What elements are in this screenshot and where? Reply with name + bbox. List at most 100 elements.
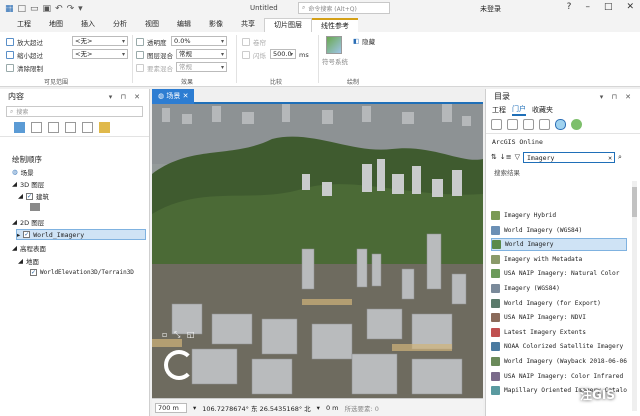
tab-share[interactable]: 共享 — [232, 18, 264, 32]
maximize-icon[interactable]: □ — [604, 2, 613, 12]
zoom-out-beyond-button[interactable]: 缩小超过 — [6, 50, 43, 60]
save-icon[interactable]: ▣ — [43, 4, 52, 14]
tab-favorites[interactable]: 收藏夹 — [532, 105, 553, 115]
scene-view[interactable]: ▫ ⤡ ◱ — [152, 104, 483, 398]
terrain-checkbox[interactable]: ✓ — [30, 269, 37, 276]
coord-dropdown-icon[interactable]: ▾ — [317, 404, 320, 412]
catalog-item[interactable]: Imagery with Metadata — [491, 253, 627, 266]
expand-icon[interactable]: ▸ — [17, 231, 20, 239]
arcgis-online-cloud-icon[interactable] — [555, 119, 566, 130]
living-atlas-icon[interactable] — [539, 119, 550, 130]
tab-edit[interactable]: 编辑 — [168, 18, 200, 32]
undo-icon[interactable]: ↶ — [55, 4, 63, 14]
tab-view[interactable]: 视图 — [136, 18, 168, 32]
hide-button[interactable]: ◧ 隐藏 — [353, 36, 375, 46]
tree-terrain[interactable]: ✓ WorldElevation3D/Terrain3D — [30, 269, 134, 276]
navigator-icon[interactable] — [164, 350, 194, 380]
min-scale-combo[interactable]: <无> — [72, 36, 128, 46]
catalog-item[interactable]: Latest Imagery Extents — [491, 326, 627, 339]
selection-icon[interactable] — [48, 122, 59, 133]
my-content-icon[interactable] — [491, 119, 502, 130]
scale-input[interactable]: 700 m — [155, 402, 187, 413]
tab-analysis[interactable]: 分析 — [104, 18, 136, 32]
catalog-scrollbar[interactable] — [632, 181, 637, 411]
expand-icon[interactable]: ◢ — [12, 244, 17, 252]
catalog-item[interactable]: World Imagery — [491, 238, 627, 252]
editing-icon[interactable] — [65, 122, 76, 133]
tree-elevation-surfaces[interactable]: ◢ 高程表面 — [12, 243, 46, 253]
nav-mini-controls[interactable]: ▫ ⤡ ◱ — [162, 330, 196, 340]
tab-portal[interactable]: 门户 — [512, 104, 526, 116]
flicker-rate-input[interactable]: 500.0 — [270, 49, 296, 59]
tree-world-imagery[interactable]: ▸ ✓ World_Imagery — [16, 229, 146, 240]
expand-icon[interactable]: ◢ — [12, 218, 17, 226]
tree-scene[interactable]: ◍ 场景 — [12, 167, 34, 177]
swipe-button[interactable]: 卷帘 — [242, 37, 266, 47]
tree-3d-layers-label: 3D 图层 — [20, 181, 45, 189]
feature-blend-select[interactable]: 常规 — [176, 62, 227, 72]
tree-buildings[interactable]: ◢ ✓ 建筑 — [18, 191, 49, 201]
clear-icon[interactable]: ✕ — [608, 153, 612, 163]
draw-order-icon[interactable] — [14, 122, 25, 133]
symbology-icon[interactable] — [326, 36, 342, 54]
max-scale-combo[interactable]: <无> — [72, 49, 128, 59]
customize-icon[interactable]: ▾ — [78, 4, 83, 14]
redo-icon[interactable]: ↷ — [67, 4, 75, 14]
user-status[interactable]: 未登录 — [480, 4, 501, 14]
catalog-item[interactable]: NOAA Colorized Satellite Imagery — [491, 340, 627, 353]
catalog-item-label: USA NAIP Imagery: Color Infrared — [504, 372, 624, 380]
living-atlas-globe-icon[interactable] — [571, 119, 582, 130]
search-icon[interactable]: ⌕ — [618, 153, 622, 162]
tab-map[interactable]: 地图 — [40, 18, 72, 32]
new-icon[interactable]: □ — [18, 4, 27, 14]
pane-controls[interactable]: ▾ ⊓ ✕ — [600, 93, 634, 101]
catalog-item[interactable]: USA NAIP Imagery: NDVI — [491, 311, 627, 324]
help-icon[interactable]: ? — [567, 2, 572, 12]
buildings-checkbox[interactable]: ✓ — [26, 192, 33, 200]
command-search[interactable]: ⌕ 命令搜索 (Alt+Q) — [298, 2, 390, 14]
catalog-item[interactable]: Imagery Hybrid — [491, 209, 627, 222]
portal-name: ArcGIS Online — [492, 138, 543, 146]
catalog-item[interactable]: World Imagery (Wayback 2018-06-06) — [491, 355, 627, 368]
tab-imagery[interactable]: 影像 — [200, 18, 232, 32]
labeling-icon[interactable] — [99, 122, 110, 133]
expand-icon[interactable]: ◢ — [12, 180, 17, 188]
catalog-item[interactable]: World Imagery (for Export) — [491, 297, 627, 310]
tab-project[interactable]: 工程 — [492, 105, 506, 115]
catalog-search-input[interactable]: Imagery ✕ — [523, 151, 615, 163]
groups-icon[interactable] — [507, 119, 518, 130]
tab-project[interactable]: 工程 — [8, 18, 40, 32]
tab-linear-referencing[interactable]: 线性参考 — [312, 18, 358, 32]
scale-dropdown-icon[interactable]: ▾ — [193, 404, 196, 412]
pane-controls[interactable]: ▾ ⊓ ✕ — [109, 93, 143, 101]
open-icon[interactable]: ▭ — [30, 4, 39, 14]
sort-order-icon[interactable]: ↓≡ — [500, 153, 512, 161]
catalog-item[interactable]: USA NAIP Imagery: Natural Color — [491, 267, 627, 280]
transparency-input[interactable]: 0.0% — [171, 36, 227, 46]
contents-search[interactable]: ⌕ 搜索 — [6, 106, 143, 117]
catalog-item[interactable]: USA NAIP Imagery: Color Infrared — [491, 370, 627, 383]
tree-ground[interactable]: ◢ 地面 — [18, 256, 39, 266]
flicker-icon — [242, 51, 250, 59]
snapping-icon[interactable] — [82, 122, 93, 133]
tree-3d-layers[interactable]: ◢ 3D 图层 — [12, 179, 44, 189]
data-source-icon[interactable] — [31, 122, 42, 133]
organization-icon[interactable] — [523, 119, 534, 130]
catalog-item[interactable]: World Imagery (WGS84) — [491, 224, 627, 237]
tree-2d-layers[interactable]: ◢ 2D 图层 — [12, 217, 44, 227]
clear-limits-button[interactable]: 清除限制 — [6, 63, 43, 73]
sort-icon[interactable]: ⇅ — [491, 153, 497, 161]
close-icon[interactable]: ✕ — [183, 92, 189, 100]
catalog-item[interactable]: Imagery (WGS84) — [491, 282, 627, 295]
filter-icon[interactable]: ▽ — [515, 153, 520, 161]
tab-insert[interactable]: 插入 — [72, 18, 104, 32]
layer-blend-select[interactable]: 常规 — [176, 49, 227, 59]
minimize-icon[interactable]: – — [585, 2, 590, 12]
zoom-in-beyond-button[interactable]: 放大超过 — [6, 37, 43, 47]
expand-icon[interactable]: ◢ — [18, 192, 23, 200]
world-imagery-checkbox[interactable]: ✓ — [23, 231, 31, 238]
scene-tab[interactable]: ◍ 场景 ✕ — [152, 89, 195, 104]
close-icon[interactable]: ✕ — [626, 2, 634, 12]
expand-icon[interactable]: ◢ — [18, 257, 23, 265]
tab-tile-layer[interactable]: 切片图层 — [264, 18, 312, 32]
